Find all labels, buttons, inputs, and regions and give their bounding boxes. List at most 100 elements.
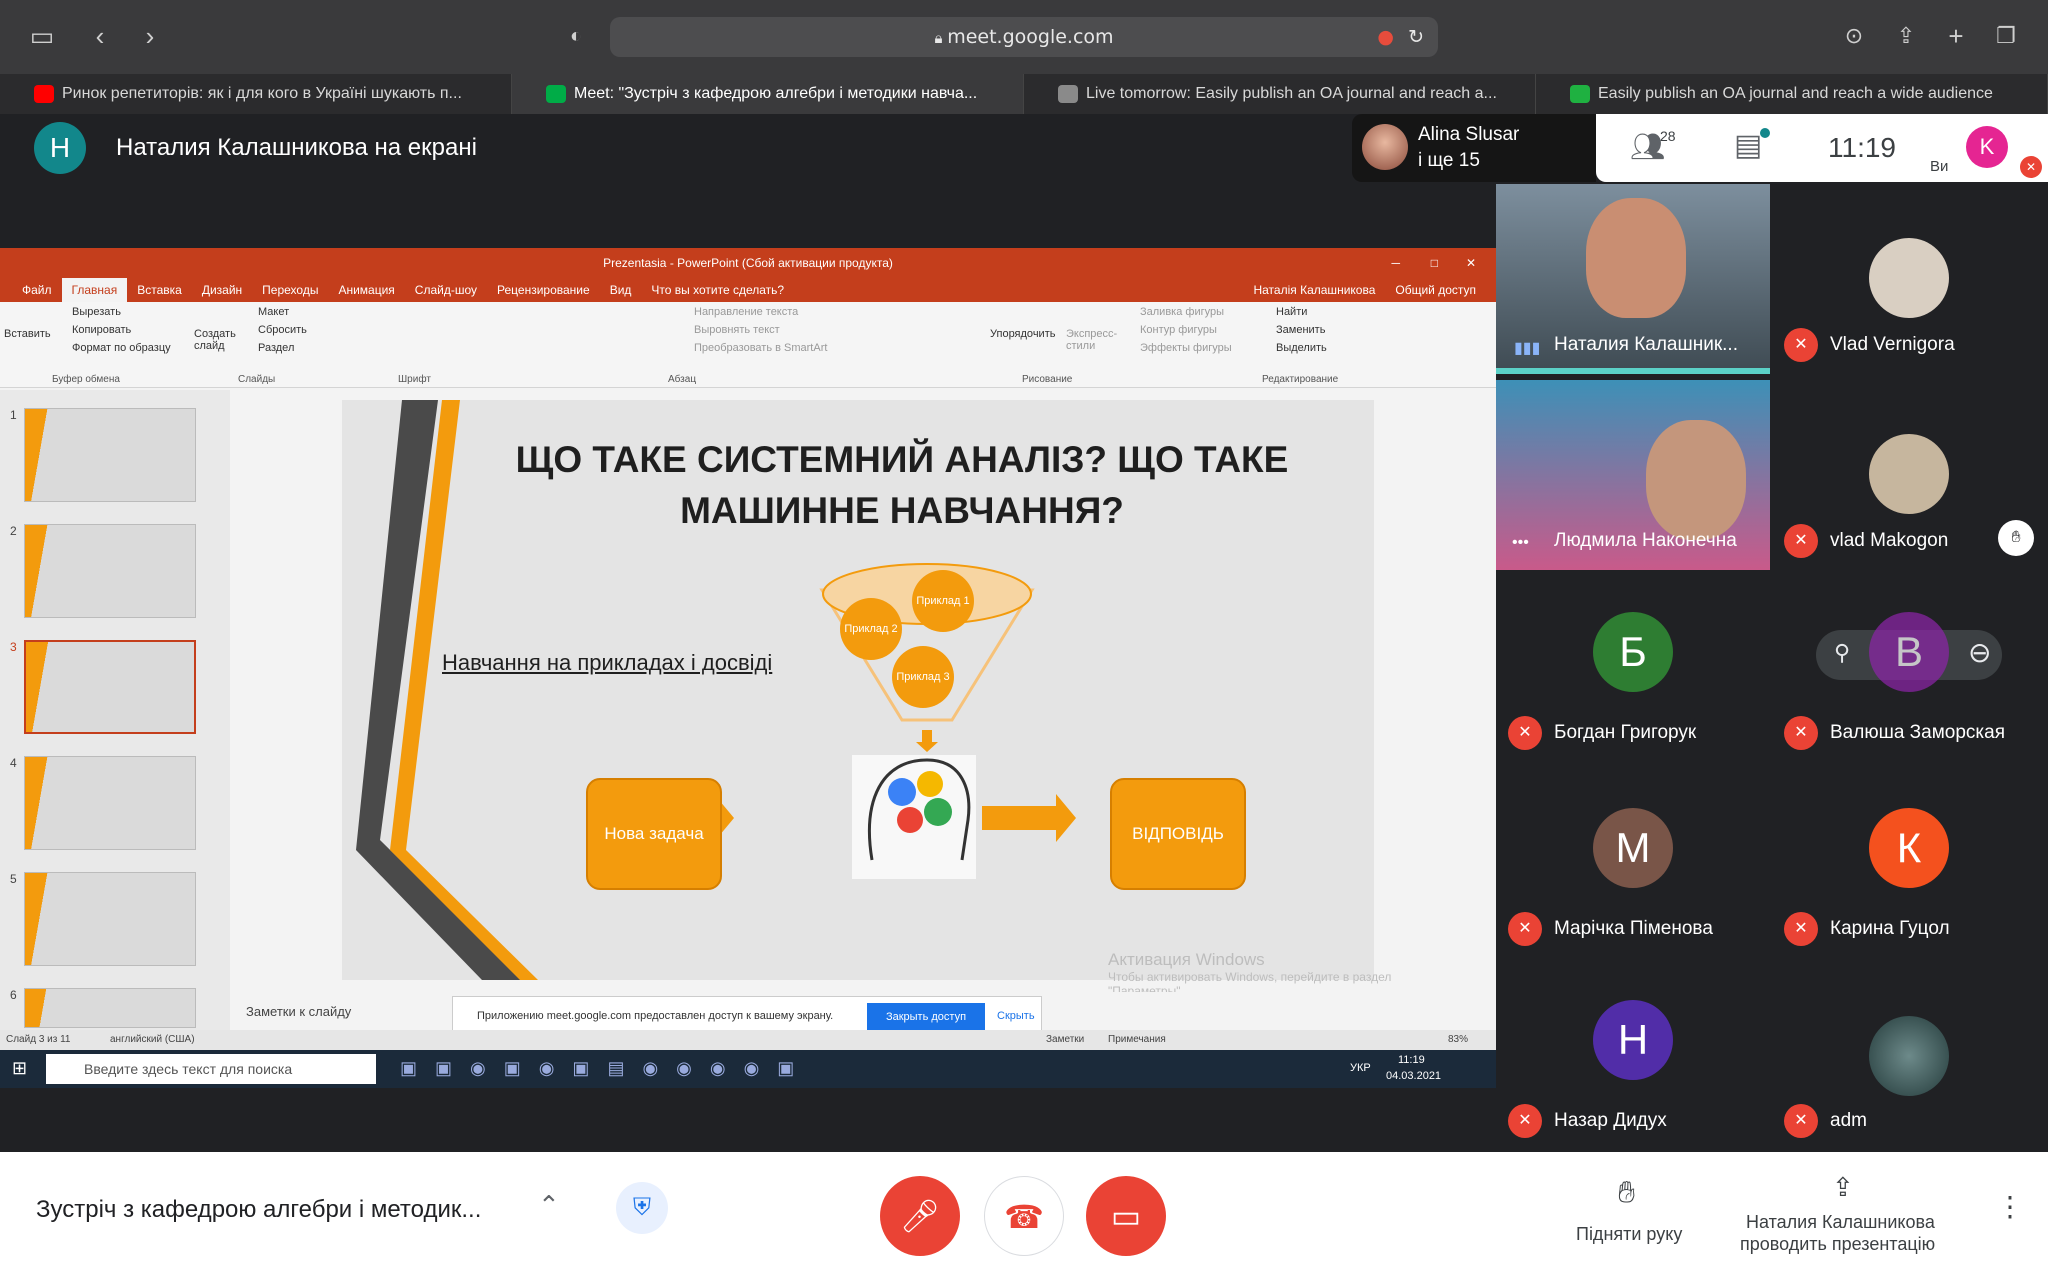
smartart-button[interactable]: Преобразовать в SmartArt — [694, 342, 827, 354]
chevron-up-icon[interactable]: ⌃ — [538, 1190, 560, 1221]
funnel-item: Приклад 1 — [912, 570, 974, 632]
cut-button[interactable]: Вырезать — [72, 306, 121, 318]
chat-icon[interactable]: ▤ — [1734, 128, 1762, 163]
participant-tile[interactable]: ✕ Vlad Vernigora — [1772, 184, 2046, 374]
raise-hand-label[interactable]: Підняти руку — [1576, 1224, 1682, 1245]
ppt-tab-slideshow[interactable]: Слайд-шоу — [405, 278, 487, 302]
mic-off-icon: ✕ — [1784, 328, 1818, 362]
mic-toggle-button[interactable]: 🎤︎ — [880, 1176, 960, 1256]
participant-tile[interactable]: ⚲ В ⊖ ✕ Валюша Заморская — [1772, 572, 2046, 762]
slide-thumb-6[interactable] — [24, 988, 196, 1028]
back-icon[interactable]: ‹ — [82, 18, 118, 54]
remove-icon[interactable]: ⊖ — [1968, 636, 1991, 669]
speaking-icon: ▮▮▮ — [1514, 340, 1541, 357]
share-icon[interactable]: ⇪ — [1888, 18, 1924, 54]
copy-button[interactable]: Копировать — [72, 324, 131, 336]
slide-canvas[interactable]: Приклад 2 Приклад 1 Приклад 3 ЩО ТАКЕ СИ… — [342, 400, 1374, 980]
ppt-ribbon: Вставить Вырезать Копировать Формат по о… — [0, 302, 1496, 388]
slide-thumb-1[interactable] — [24, 408, 196, 502]
tab-4[interactable]: Easily publish an OA journal and reach a… — [1536, 74, 2048, 114]
avatar — [1869, 1016, 1949, 1096]
sidebar-icon[interactable]: ▭ — [24, 18, 60, 54]
pin-icon[interactable]: ⚲ — [1834, 640, 1850, 666]
replace-button[interactable]: Заменить — [1276, 324, 1325, 336]
layout-button[interactable]: Макет — [258, 306, 289, 318]
tab-3[interactable]: Live tomorrow: Easily publish an OA jour… — [1024, 74, 1536, 114]
ppt-tab-home[interactable]: Главная — [61, 278, 128, 302]
participant-tile[interactable]: Н ✕ Назар Дидух — [1496, 960, 1770, 1150]
status-comments[interactable]: Примечания — [1108, 1034, 1166, 1045]
new-tab-icon[interactable]: + — [1938, 18, 1974, 54]
active-speaker-bar — [1496, 368, 1770, 374]
slide-thumb-3[interactable] — [24, 640, 196, 734]
tab-1[interactable]: Ринок репетиторів: як і для кого в Украї… — [0, 74, 512, 114]
stop-sharing-button[interactable]: Закрыть доступ — [867, 1003, 985, 1031]
shape-outline-button[interactable]: Контур фигуры — [1140, 324, 1217, 336]
participant-tile[interactable]: ••• Людмила Наконечна — [1496, 380, 1770, 570]
ppt-tab-transitions[interactable]: Переходы — [252, 278, 328, 302]
lock-icon: 🔒︎ — [934, 29, 948, 47]
group-slides: Слайды — [238, 374, 276, 385]
meeting-title[interactable]: Зустріч з кафедрою алгебри і методик... — [36, 1196, 481, 1224]
participant-tile[interactable]: ✕ vlad Makogon ✋︎ — [1772, 380, 2046, 570]
raise-hand-icon[interactable]: ✋︎ — [1618, 1176, 1635, 1210]
tab-meet[interactable]: Meet: "Зустріч з кафедрою алгебри і мето… — [512, 74, 1024, 114]
group-clipboard: Буфер обмена — [52, 374, 120, 385]
address-bar[interactable]: 🔒︎ meet.google.com ● ↻ — [610, 17, 1438, 57]
ppt-close[interactable]: ✕ — [1466, 248, 1476, 278]
ppt-tab-review[interactable]: Рецензирование — [487, 278, 600, 302]
url-text: meet.google.com — [947, 26, 1114, 48]
forward-icon[interactable]: › — [132, 18, 168, 54]
ppt-share[interactable]: Общий доступ — [1385, 278, 1486, 302]
shield-icon[interactable]: ◐ — [558, 18, 594, 54]
slide-thumb-5[interactable] — [24, 872, 196, 966]
select-button[interactable]: Выделить — [1276, 342, 1327, 354]
slide-thumb-4[interactable] — [24, 756, 196, 850]
mic-icon: ● — [1377, 26, 1394, 48]
reset-button[interactable]: Сбросить — [258, 324, 307, 336]
camera-toggle-button[interactable]: ▭ — [1086, 1176, 1166, 1256]
taskbar-search-text: Введите здесь текст для поиска — [84, 1061, 293, 1077]
ppt-tab-insert[interactable]: Вставка — [127, 278, 192, 302]
download-icon[interactable]: ⊙ — [1836, 18, 1872, 54]
participant-tile[interactable]: М ✕ Марічка Піменова — [1496, 768, 1770, 958]
self-avatar[interactable]: K — [1966, 126, 2008, 168]
format-painter-button[interactable]: Формат по образцу — [72, 342, 171, 354]
align-text-button[interactable]: Выровнять текст — [694, 324, 780, 336]
shape-fill-button[interactable]: Заливка фигуры — [1140, 306, 1224, 318]
reload-icon[interactable]: ↻ — [1408, 17, 1424, 57]
avatar: М — [1593, 808, 1673, 888]
taskbar-search[interactable]: Введите здесь текст для поиска — [46, 1054, 376, 1084]
shape-effects-button[interactable]: Эффекты фигуры — [1140, 342, 1232, 354]
paste-button[interactable]: Вставить — [4, 328, 51, 340]
more-options-icon[interactable]: ⋮ — [1996, 1190, 2024, 1223]
participant-tile[interactable]: ✕ adm — [1772, 960, 2046, 1150]
participant-tile[interactable]: ▮▮▮ Наталия Калашник... — [1496, 184, 1770, 374]
new-slide-button[interactable]: Создать слайд — [194, 328, 240, 352]
text-direction-button[interactable]: Направление текста — [694, 306, 798, 318]
status-notes[interactable]: Заметки — [1046, 1034, 1084, 1045]
ppt-tab-design[interactable]: Дизайн — [192, 278, 252, 302]
ppt-minimize[interactable]: ─ — [1391, 248, 1400, 278]
ppt-tell-me[interactable]: Что вы хотите сделать? — [641, 278, 794, 302]
slide-thumb-2[interactable] — [24, 524, 196, 618]
arrange-button[interactable]: Упорядочить — [990, 328, 1055, 340]
participant-name: Карина Гуцол — [1830, 918, 1950, 939]
tabs-overview-icon[interactable]: ❐ — [1988, 18, 2024, 54]
security-shield-icon[interactable]: ⛨ — [616, 1182, 668, 1234]
ppt-tab-view[interactable]: Вид — [600, 278, 642, 302]
hide-button[interactable]: Скрыть — [997, 1010, 1035, 1022]
ppt-tab-file[interactable]: Файл — [12, 278, 62, 302]
find-button[interactable]: Найти — [1276, 306, 1307, 318]
quick-styles-button[interactable]: Экспресс-стили — [1066, 328, 1122, 352]
ppt-tab-animation[interactable]: Анимация — [328, 278, 404, 302]
slide-thumbnails: 1 2 3 4 5 6 — [0, 390, 230, 1030]
participant-tile[interactable]: К ✕ Карина Гуцол — [1772, 768, 2046, 958]
present-icon[interactable]: ⇪ — [1832, 1172, 1854, 1203]
video-feed — [1586, 198, 1686, 318]
leave-call-button[interactable]: ☎︎ — [984, 1176, 1064, 1256]
section-button[interactable]: Раздел — [258, 342, 294, 354]
windows-start-icon[interactable]: ⊞ — [12, 1058, 27, 1079]
participant-tile[interactable]: Б ✕ Богдан Григорук — [1496, 572, 1770, 762]
ppt-maximize[interactable]: □ — [1431, 248, 1438, 278]
